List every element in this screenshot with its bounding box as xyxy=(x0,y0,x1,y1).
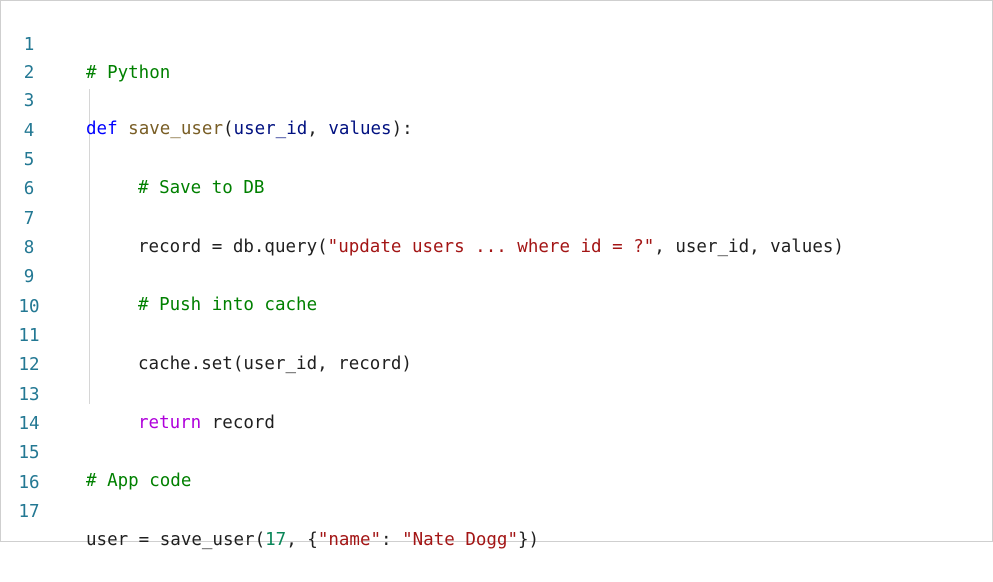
code-line[interactable]: 6 xyxy=(1,147,992,199)
code-line[interactable]: 7 record = db.query("update users ... wh… xyxy=(1,177,992,257)
punctuation: : xyxy=(381,530,403,550)
string-literal: "name" xyxy=(317,530,382,550)
code-line[interactable]: 1 # Python xyxy=(1,3,992,83)
code-line[interactable]: 15 # App code xyxy=(1,411,992,491)
punctuation: }) xyxy=(518,530,540,550)
code-line[interactable]: 16 xyxy=(1,441,992,493)
code-line[interactable]: 17 user = save_user(17, {"name": "Nate D… xyxy=(1,470,992,550)
code-line[interactable]: 2 xyxy=(1,31,992,83)
string-literal: "Nate Dogg" xyxy=(402,530,519,550)
code-line[interactable]: 5 # Save to DB xyxy=(1,118,992,198)
code-line[interactable]: 8 xyxy=(1,206,992,258)
code-line[interactable]: 13 return record xyxy=(1,353,992,433)
number-literal: 17 xyxy=(265,530,287,550)
code-line[interactable]: 4 xyxy=(1,89,992,141)
code-line[interactable]: 11 cache.set(user_id, record) xyxy=(1,294,992,374)
code-editor[interactable]: 1 # Python 2 3 def save_user(user_id, va… xyxy=(0,0,993,550)
code-line[interactable]: 3 def save_user(user_id, values): xyxy=(1,59,992,139)
code-line[interactable]: 14 xyxy=(1,382,992,434)
code-text[interactable]: user = save_user(17, {"name": "Nate Dogg… xyxy=(86,526,539,554)
code-line[interactable]: 9 # Push into cache xyxy=(1,235,992,315)
line-number: 17 xyxy=(18,502,40,522)
code-line[interactable]: 10 xyxy=(1,265,992,317)
code-line[interactable]: 12 xyxy=(1,323,992,375)
code-token: user = save_user( xyxy=(86,530,266,550)
punctuation: , { xyxy=(286,530,318,550)
